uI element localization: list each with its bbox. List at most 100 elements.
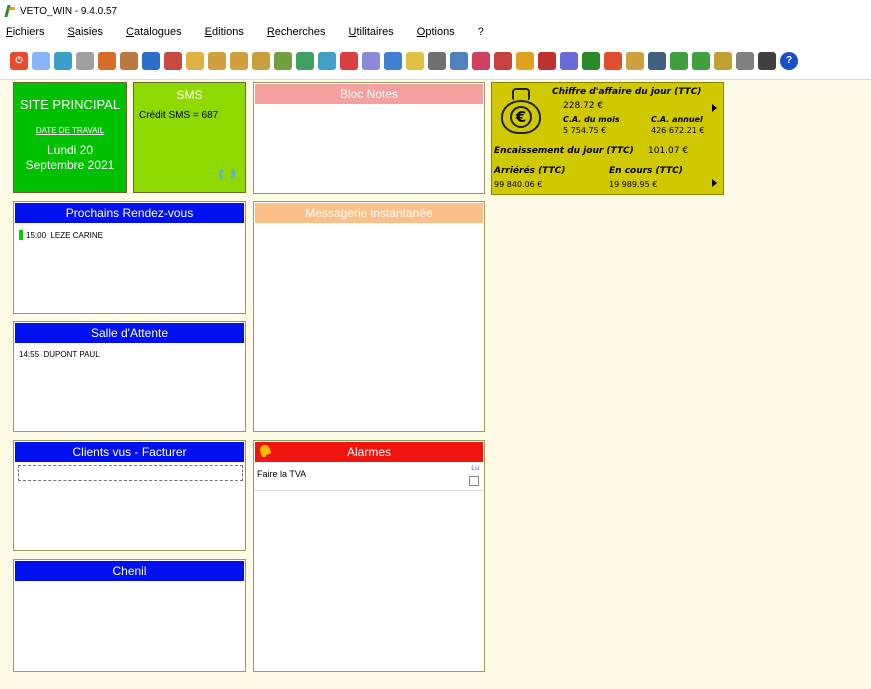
arrears-label: Arriérés (TTC): [494, 166, 566, 176]
graph-icon[interactable]: [450, 51, 468, 70]
box-icon[interactable]: [362, 51, 380, 70]
site-title: SITE PRINCIPAL: [19, 97, 121, 112]
ring-icon[interactable]: [560, 51, 578, 70]
truck2-icon[interactable]: [230, 51, 248, 70]
kennel-header: Chenil: [15, 561, 244, 581]
pencil-icon[interactable]: [32, 51, 50, 70]
ca-month-value: 5 754.75 €: [563, 126, 607, 135]
sign-icon[interactable]: [626, 51, 644, 70]
heart-icon[interactable]: [538, 51, 556, 70]
appointment-item[interactable]: 15:00 LEZE CARINE: [19, 230, 245, 240]
ca-expand-arrow-icon[interactable]: [712, 104, 717, 112]
globe-icon[interactable]: [142, 51, 160, 70]
car-icon[interactable]: [494, 51, 512, 70]
appointments-header: Prochains Rendez-vous: [15, 203, 244, 223]
menu-options[interactable]: Options: [417, 26, 455, 38]
notes-header: Bloc Notes: [255, 84, 483, 104]
pending-value: 19 989.95 €: [609, 180, 658, 189]
alarm-item[interactable]: Faire la TVA Lu: [254, 463, 484, 491]
ca-month-label: C.A. du mois: [563, 115, 620, 124]
alarms-title: Alarmes: [346, 445, 391, 459]
sms-credit: Crédit SMS = 687: [139, 110, 219, 121]
work-date-line2: Septembre 2021: [25, 158, 115, 172]
ca-year-label: C.A. annuel: [651, 115, 703, 124]
ca-day-value: 228.72 €: [563, 101, 604, 111]
palette-icon[interactable]: [582, 51, 600, 70]
chart-icon[interactable]: [296, 51, 314, 70]
pending-expand-arrow-icon[interactable]: [712, 179, 717, 187]
printer-icon[interactable]: [428, 51, 446, 70]
truck-icon[interactable]: [208, 51, 226, 70]
menu-bar: Fichiers Saisies Catalogues Editions Rec…: [0, 22, 871, 42]
people-icon[interactable]: [98, 51, 116, 70]
work-date-line1: Lundi 20: [46, 143, 94, 157]
window-icon[interactable]: [648, 51, 666, 70]
clients-seen-list[interactable]: [18, 465, 243, 481]
waiting-room-panel: Salle d'Attente 14:55 DUPONT PAUL: [13, 321, 246, 432]
appointment-name: LEZE CARINE: [50, 230, 103, 240]
refresh-icon[interactable]: [76, 51, 94, 70]
arrears-value: 99 840.06 €: [494, 180, 543, 189]
menu-fichiers[interactable]: Fichiers: [6, 26, 45, 38]
sms-panel: SMS Crédit SMS = 687: [133, 82, 246, 193]
cash-day-label: Encaissement du jour (TTC): [494, 146, 634, 156]
check-icon[interactable]: [692, 51, 710, 70]
menu-recherches[interactable]: Recherches: [267, 26, 326, 38]
menu-catalogues[interactable]: Catalogues: [126, 26, 182, 38]
menu-utilitaires[interactable]: Utilitaires: [349, 26, 394, 38]
register-icon[interactable]: [54, 51, 72, 70]
app-logo-icon: [4, 5, 16, 17]
notes-panel[interactable]: Bloc Notes: [253, 82, 485, 194]
kennel-panel: Chenil: [13, 559, 246, 672]
leaf-icon[interactable]: [670, 51, 688, 70]
menu-help[interactable]: ?: [478, 26, 484, 38]
list-icon[interactable]: [472, 51, 490, 70]
calendar-icon[interactable]: [736, 51, 754, 70]
sms-title: SMS: [176, 88, 203, 102]
ca-day-label: Chiffre d'affaire du jour (TTC): [552, 87, 702, 97]
bell-icon: [259, 445, 271, 458]
messaging-panel[interactable]: Messagerie instantanée: [253, 201, 485, 432]
appointments-panel: Prochains Rendez-vous 15:00 LEZE CARINE: [13, 201, 246, 314]
work-date-link[interactable]: DATE DE TRAVAIL: [14, 126, 126, 135]
menu-saisies[interactable]: Saisies: [68, 26, 103, 38]
power-icon[interactable]: ⏻: [10, 51, 28, 70]
title-bar: VETO_WIN - 9.4.0.57: [0, 0, 871, 22]
alarm-read-label: Lu: [471, 465, 479, 472]
alarm-text: Faire la TVA: [257, 469, 307, 479]
waiting-name: DUPONT PAUL: [43, 350, 100, 359]
clients-seen-header: Clients vus - Facturer: [15, 442, 244, 462]
waiting-room-item[interactable]: 14:55 DUPONT PAUL: [19, 350, 245, 359]
brush-icon[interactable]: [714, 51, 732, 70]
menu-editions[interactable]: Editions: [205, 26, 244, 38]
toolbar: ⏻?: [0, 42, 871, 80]
map-icon[interactable]: [318, 51, 336, 70]
appointment-time: 15:00: [26, 230, 47, 240]
calculator-icon[interactable]: [758, 51, 776, 70]
waiting-time: 14:55: [19, 350, 40, 359]
waiting-room-header: Salle d'Attente: [15, 323, 244, 343]
mail-icon[interactable]: [384, 51, 402, 70]
home-icon[interactable]: [604, 51, 622, 70]
status-marker: [19, 230, 23, 240]
bars-icon[interactable]: [516, 51, 534, 70]
refresh-icon[interactable]: [219, 166, 235, 182]
cross-icon[interactable]: [340, 51, 358, 70]
pending-label: En cours (TTC): [609, 166, 683, 176]
document-icon[interactable]: [252, 51, 270, 70]
star-icon[interactable]: [406, 51, 424, 70]
messaging-header: Messagerie instantanée: [255, 203, 483, 223]
money-bag-icon: €: [501, 88, 541, 134]
ca-year-value: 426 672.21 €: [651, 126, 705, 135]
note-icon[interactable]: [274, 51, 292, 70]
book-icon[interactable]: [164, 51, 182, 70]
alarms-header: Alarmes: [255, 442, 483, 462]
site-panel[interactable]: SITE PRINCIPAL DATE DE TRAVAIL Lundi 20 …: [13, 82, 127, 193]
help-icon[interactable]: ?: [780, 51, 798, 70]
finance-panel: € Chiffre d'affaire du jour (TTC) 228.72…: [491, 82, 724, 195]
clients-seen-panel: Clients vus - Facturer: [13, 440, 246, 551]
window-title: VETO_WIN - 9.4.0.57: [20, 5, 118, 17]
bag-icon[interactable]: [186, 51, 204, 70]
animal-icon[interactable]: [120, 51, 138, 70]
alarm-read-checkbox[interactable]: [469, 476, 479, 486]
